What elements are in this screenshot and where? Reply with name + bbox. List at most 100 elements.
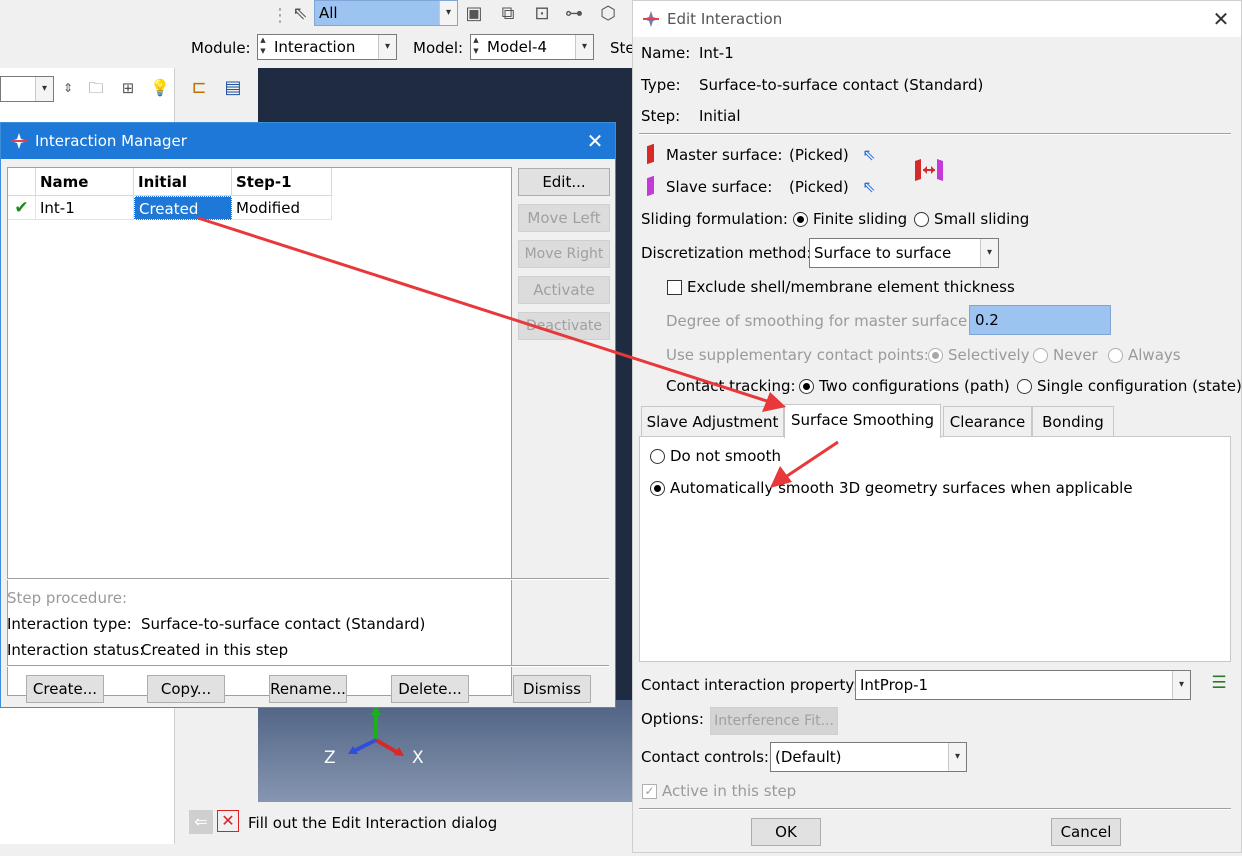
- supp-never-radio[interactable]: [1033, 348, 1048, 363]
- axis-z-label: Z: [324, 748, 336, 768]
- close-icon[interactable]: ✕: [585, 123, 605, 159]
- tracking-two-radio[interactable]: [799, 379, 814, 394]
- contact-controls-label: Contact controls:: [641, 748, 769, 766]
- abaqus-logo-icon: [11, 133, 27, 149]
- activate-button[interactable]: Activate: [518, 276, 610, 304]
- degree-smoothing-label: Degree of smoothing for master surface:: [666, 312, 973, 330]
- model-combo[interactable]: ▲ ▼ Model-4 ▾: [470, 34, 594, 60]
- sliding-small-radio[interactable]: [914, 212, 929, 227]
- axis-x-label: X: [412, 748, 424, 768]
- module-combo[interactable]: ▲ ▼ Interaction ▾: [257, 34, 397, 60]
- select-arrow-icon[interactable]: ⇖: [288, 2, 312, 26]
- prompt-area: ⇐ ✕ Fill out the Edit Interaction dialog: [175, 802, 633, 846]
- sliding-finite-radio[interactable]: [793, 212, 808, 227]
- folder-up-icon[interactable]: 🗀: [84, 76, 108, 100]
- pick-cursor-icon[interactable]: ⇖: [857, 175, 881, 199]
- move-right-button[interactable]: Move Right: [518, 240, 610, 268]
- tab-clearance[interactable]: Clearance: [943, 406, 1032, 437]
- copy-button[interactable]: Copy...: [147, 675, 225, 703]
- manager-titlebar[interactable]: Interaction Manager ✕: [1, 123, 615, 159]
- sort-icon[interactable]: ⇕: [56, 76, 80, 100]
- tracking-single-radio[interactable]: [1017, 379, 1032, 394]
- lightbulb-icon[interactable]: 💡: [148, 76, 172, 100]
- interference-fit-button[interactable]: Interference Fit...: [710, 707, 838, 735]
- active-step-checkbox[interactable]: ✓: [642, 784, 657, 799]
- row-active-check-icon: ✔: [8, 196, 36, 220]
- sliding-small-label: Small sliding: [934, 210, 1030, 228]
- tab-slave-adjustment[interactable]: Slave Adjustment: [641, 406, 784, 437]
- close-icon[interactable]: ✕: [1211, 1, 1231, 37]
- slave-surface-icon: [647, 175, 654, 197]
- module-value: Interaction: [274, 38, 356, 56]
- module-label: Module:: [191, 39, 251, 57]
- table-header-check: [8, 168, 36, 196]
- chevron-down-icon: ▾: [575, 35, 593, 59]
- supp-selectively-radio[interactable]: [928, 348, 943, 363]
- tab-bonding[interactable]: Bonding: [1032, 406, 1114, 437]
- deactivate-button[interactable]: Deactivate: [518, 312, 610, 340]
- select-surface-icon[interactable]: ⬡: [596, 2, 620, 26]
- contact-property-label: Contact interaction property:: [641, 676, 859, 694]
- surface-smoothing-panel: Do not smooth Automatically smooth 3D ge…: [639, 436, 1231, 662]
- smooth-auto-radio[interactable]: [650, 481, 665, 496]
- contact-controls-combo[interactable]: (Default) ▾: [770, 742, 967, 772]
- pick-cursor-icon[interactable]: ⇖: [857, 143, 881, 167]
- table-header-name[interactable]: Name: [36, 168, 134, 196]
- chevron-down-icon: ▾: [378, 35, 396, 59]
- degree-smoothing-input[interactable]: 0.2: [969, 305, 1111, 335]
- edit-titlebar[interactable]: Edit Interaction ✕: [633, 1, 1241, 37]
- cell-initial[interactable]: Created: [134, 196, 232, 220]
- step-label-partial: Ste: [610, 39, 635, 57]
- rename-button[interactable]: Rename...: [269, 675, 347, 703]
- select-tool-icon[interactable]: ▣: [462, 2, 486, 26]
- create-button[interactable]: Create...: [26, 675, 104, 703]
- edit-title: Edit Interaction: [667, 10, 783, 28]
- exclude-shell-checkbox[interactable]: [667, 280, 682, 295]
- tree-icon[interactable]: ⊞: [116, 76, 140, 100]
- sliding-finite-label: Finite sliding: [813, 210, 908, 228]
- interaction-type-value: Surface-to-surface contact (Standard): [141, 615, 426, 633]
- master-surface-value: (Picked): [789, 146, 849, 164]
- delete-button[interactable]: Delete...: [391, 675, 469, 703]
- move-left-button[interactable]: Move Left: [518, 204, 610, 232]
- options-label: Options:: [641, 710, 704, 728]
- select-region-icon[interactable]: ⊡: [530, 2, 554, 26]
- tab-surface-smoothing[interactable]: Surface Smoothing: [784, 404, 941, 438]
- ok-button[interactable]: OK: [751, 818, 821, 846]
- supp-always-radio[interactable]: [1108, 348, 1123, 363]
- cancel-button[interactable]: Cancel: [1051, 818, 1121, 846]
- cell-name[interactable]: Int-1: [36, 196, 134, 220]
- select-box-icon[interactable]: ⧉: [496, 2, 520, 26]
- type-label: Type:: [641, 76, 681, 94]
- discretization-label: Discretization method:: [641, 244, 812, 262]
- select-chain-icon[interactable]: ⊶: [562, 2, 586, 26]
- swap-surfaces-icon[interactable]: [913, 157, 945, 183]
- contact-controls-value: (Default): [775, 748, 842, 766]
- selection-filter-combo[interactable]: All ▾: [314, 0, 458, 26]
- interaction-manager-icon[interactable]: ▤: [221, 76, 245, 100]
- dismiss-button[interactable]: Dismiss: [513, 675, 591, 703]
- table-header-step1[interactable]: Step-1: [232, 168, 332, 196]
- create-property-icon[interactable]: ☰: [1207, 671, 1231, 695]
- discretization-combo[interactable]: Surface to surface ▾: [809, 238, 999, 268]
- contact-property-combo[interactable]: IntProp-1 ▾: [855, 670, 1191, 700]
- supplementary-label: Use supplementary contact points:: [666, 346, 929, 364]
- slave-surface-value: (Picked): [789, 178, 849, 196]
- table-header-initial[interactable]: Initial: [134, 168, 232, 196]
- divider: [7, 665, 609, 667]
- tree-filter-combo[interactable]: ▾: [0, 76, 54, 102]
- tracking-single-label: Single configuration (state): [1037, 377, 1242, 395]
- edit-button[interactable]: Edit...: [518, 168, 610, 196]
- smooth-none-radio[interactable]: [650, 449, 665, 464]
- cancel-x-icon[interactable]: ✕: [217, 810, 239, 832]
- cell-step1[interactable]: Modified: [232, 196, 332, 220]
- chevron-down-icon: ▾: [980, 239, 998, 267]
- master-surface-label: Master surface:: [666, 146, 783, 164]
- interaction-status-label: Interaction status:: [7, 641, 145, 659]
- back-arrow-icon[interactable]: ⇐: [189, 810, 213, 834]
- model-label: Model:: [413, 39, 464, 57]
- spin-icon: ▲ ▼: [260, 36, 266, 55]
- spin-icon: ▲ ▼: [473, 36, 479, 55]
- chevron-down-icon: ▾: [1172, 671, 1190, 699]
- create-interaction-icon[interactable]: ⊏: [187, 76, 211, 100]
